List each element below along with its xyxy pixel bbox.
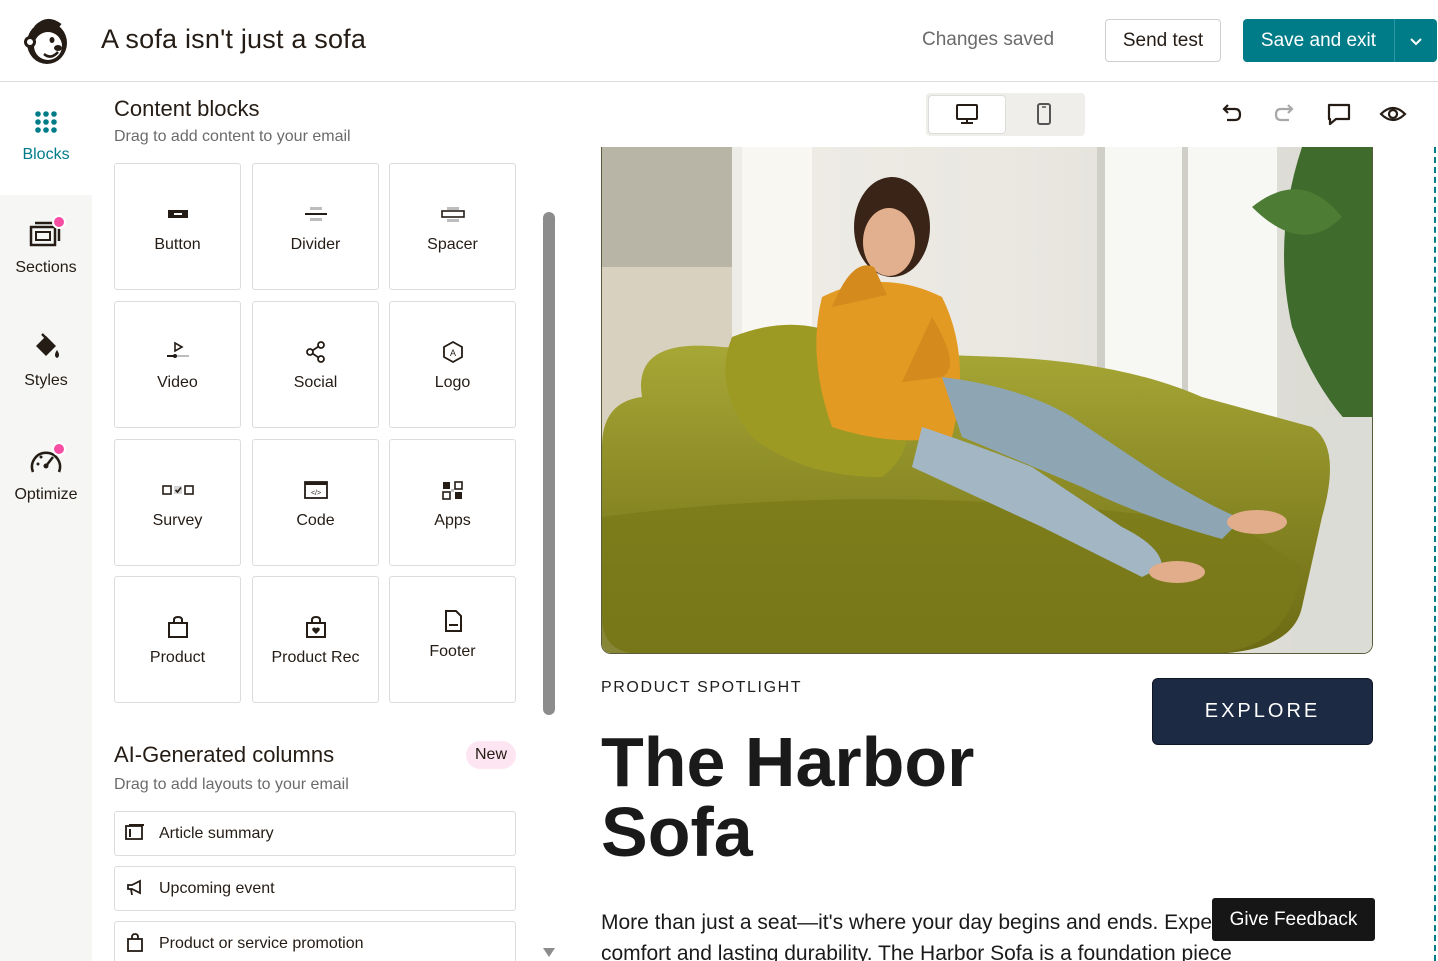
ai-columns-subtitle: Drag to add layouts to your email [114,776,349,793]
send-test-button[interactable]: Send test [1105,19,1221,62]
block-product[interactable]: Product [114,576,241,703]
shopping-bag-icon [168,615,188,638]
new-badge: New [466,741,516,769]
divider-icon [305,207,327,221]
paint-bucket-icon [36,333,59,358]
top-bar: A sofa isn't just a sofa Changes saved S… [0,0,1438,82]
grid-dots-icon [35,111,57,133]
spacer-icon [441,207,465,222]
block-divider[interactable]: Divider [252,163,379,290]
rail-label: Styles [24,372,68,389]
ai-row-product-promotion[interactable]: Product or service promotion [114,921,516,961]
ai-columns-title: AI-Generated columns [114,742,335,767]
eyebrow-text[interactable]: PRODUCT SPOTLIGHT [601,679,802,697]
shopping-bag-icon [127,933,143,952]
apps-icon [442,481,463,500]
block-code[interactable]: </> Code [252,439,379,566]
svg-text:A: A [450,348,456,358]
preview-eye-icon[interactable] [1379,100,1407,128]
block-label: Apps [434,512,471,529]
give-feedback-button[interactable]: Give Feedback [1212,898,1375,941]
block-social[interactable]: Social [252,301,379,428]
footer-doc-icon [445,610,462,632]
panel-scrollbar-thumb[interactable] [543,212,555,715]
share-icon [306,341,325,363]
device-preview-toggle [926,93,1085,136]
rail-item-sections[interactable]: Sections [0,195,92,308]
button-icon [168,210,188,218]
logo-hexagon-icon: A [443,340,463,364]
campaign-title[interactable]: A sofa isn't just a sofa [101,24,366,55]
mailchimp-logo-icon[interactable] [20,14,74,68]
block-footer[interactable]: Footer [389,576,516,703]
scroll-down-arrow-icon[interactable] [542,946,556,958]
save-status: Changes saved [922,29,1055,50]
undo-icon[interactable] [1217,100,1245,128]
hero-image[interactable] [601,147,1373,654]
block-label: Social [293,374,338,391]
block-button[interactable]: Button [114,163,241,290]
save-options-dropdown[interactable] [1394,19,1437,62]
megaphone-icon [127,879,141,896]
panel-title: Content blocks [114,96,260,121]
block-label: Footer [429,643,476,660]
block-label: Button [154,236,201,253]
save-and-exit-button[interactable]: Save and exit [1243,19,1394,62]
block-survey[interactable]: Survey [114,439,241,566]
notification-dot [52,442,66,456]
svg-text:</>: </> [311,490,321,497]
product-rec-icon [306,615,326,638]
block-label: Product Rec [271,649,360,666]
survey-icon [162,485,194,495]
ai-row-article-summary[interactable]: Article summary [114,811,516,856]
block-video[interactable]: Video [114,301,241,428]
rail-item-blocks[interactable]: Blocks [0,82,92,195]
redo-icon[interactable] [1271,100,1299,128]
video-icon [167,341,189,358]
ai-row-upcoming-event[interactable]: Upcoming event [114,866,516,911]
canvas-edge-guide [1434,147,1436,961]
ai-row-label: Article summary [159,825,274,842]
block-product-rec[interactable]: Product Rec [252,576,379,703]
mobile-view-button[interactable] [1006,96,1082,133]
block-label: Survey [152,512,203,529]
sofa-photo-illustration [602,147,1372,653]
desktop-icon [956,104,978,124]
rail-label: Blocks [22,146,70,163]
email-canvas[interactable]: PRODUCT SPOTLIGHT EXPLORE The Harbor Sof… [558,147,1438,961]
mobile-icon [1037,103,1051,125]
block-label: Code [296,512,335,529]
code-icon: </> [304,481,328,499]
rail-item-optimize[interactable]: Optimize [0,422,92,535]
rail-item-styles[interactable]: Styles [0,308,92,421]
product-headline[interactable]: The Harbor Sofa [601,727,1021,867]
desktop-view-button[interactable] [929,96,1005,133]
notification-dot [52,215,66,229]
chevron-down-icon [1410,37,1422,45]
explore-cta-button[interactable]: EXPLORE [1152,678,1373,745]
rail-label: Optimize [14,486,78,503]
block-logo[interactable]: A Logo [389,301,516,428]
block-label: Video [157,374,198,391]
block-apps[interactable]: Apps [389,439,516,566]
left-rail: Blocks Sections Styles Optimize [0,82,92,961]
block-label: Logo [434,374,471,391]
ai-row-label: Product or service promotion [159,935,364,952]
ai-row-label: Upcoming event [159,880,275,897]
block-spacer[interactable]: Spacer [389,163,516,290]
content-blocks-panel: Content blocks Drag to add content to yo… [92,82,540,961]
panel-subtitle: Drag to add content to your email [114,128,351,145]
comment-icon[interactable] [1325,100,1353,128]
block-label: Spacer [427,236,478,253]
article-icon [125,824,144,840]
rail-label: Sections [15,259,77,276]
block-label: Divider [290,236,341,253]
block-label: Product [149,649,206,666]
